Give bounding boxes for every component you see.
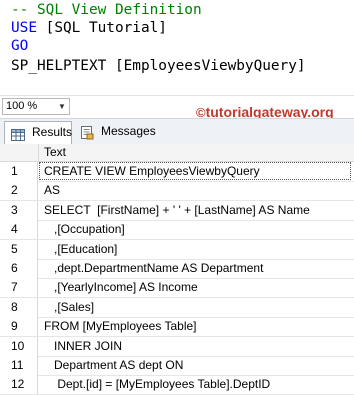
row-number[interactable]: 11: [0, 356, 38, 375]
row-number[interactable]: 4: [0, 220, 38, 240]
table-row[interactable]: 4 ,[Occupation]: [0, 220, 354, 241]
zoom-value: 100 %: [6, 100, 38, 112]
column-header-text[interactable]: Text: [44, 144, 66, 161]
row-text-cell[interactable]: CREATE VIEW EmployeesViewbyQuery: [44, 162, 260, 181]
row-number[interactable]: 9: [0, 317, 38, 337]
row-text-cell[interactable]: ,[Sales]: [44, 298, 94, 317]
row-text-cell[interactable]: INNER JOIN: [44, 337, 122, 356]
row-number[interactable]: 2: [0, 181, 38, 201]
row-text-cell[interactable]: ,dept.DepartmentName AS Department: [44, 259, 263, 278]
tab-results-label: Results: [32, 125, 73, 139]
code-line-4[interactable]: SP_HELPTEXT [EmployeesViewbyQuery]: [11, 58, 306, 75]
code-token: GO: [11, 38, 29, 54]
row-number[interactable]: 6: [0, 259, 38, 278]
row-number[interactable]: 7: [0, 278, 38, 298]
row-text-cell[interactable]: SELECT [FirstName] + ' ' + [LastName] AS…: [44, 201, 310, 220]
code-token: USE: [11, 20, 37, 36]
code-token: SP_HELPTEXT: [11, 58, 107, 74]
row-text-cell[interactable]: FROM [MyEmployees Table]: [44, 317, 197, 336]
messages-icon: [80, 126, 94, 140]
tab-messages[interactable]: Messages: [74, 121, 156, 142]
code-token: [SQL Tutorial]: [37, 20, 167, 36]
row-number[interactable]: 3: [0, 200, 38, 220]
row-text-cell[interactable]: ,[YearlyIncome] AS Income: [44, 278, 198, 297]
row-number[interactable]: 1: [0, 162, 38, 181]
row-text-cell[interactable]: AS: [44, 181, 60, 200]
chevron-down-icon[interactable]: ▼: [56, 99, 68, 114]
code-line-3[interactable]: GO: [11, 38, 28, 55]
row-text-cell[interactable]: Department AS dept ON: [44, 356, 183, 375]
table-row[interactable]: 1 CREATE VIEW EmployeesViewbyQuery: [0, 162, 354, 182]
code-line-2[interactable]: USE [SQL Tutorial]: [11, 20, 167, 37]
grid-header: Text: [0, 144, 354, 162]
table-row[interactable]: 6 ,dept.DepartmentName AS Department: [0, 259, 354, 279]
grid-icon: [11, 127, 25, 141]
grid-header-corner[interactable]: [0, 144, 39, 161]
zoom-dropdown[interactable]: 100 % ▼: [2, 98, 70, 115]
table-row[interactable]: 11 Department AS dept ON: [0, 356, 354, 376]
code-token: -- SQL View Definition: [11, 2, 202, 18]
table-row[interactable]: 10 INNER JOIN: [0, 336, 354, 357]
tab-messages-label: Messages: [101, 124, 156, 138]
query-editor[interactable]: -- SQL View Definition USE [SQL Tutorial…: [0, 0, 354, 96]
table-row[interactable]: 8 ,[Sales]: [0, 297, 354, 318]
row-text-cell[interactable]: ,[Education]: [44, 240, 117, 259]
row-number[interactable]: 5: [0, 239, 38, 259]
table-row[interactable]: 9 FROM [MyEmployees Table]: [0, 317, 354, 338]
code-token: [EmployeesViewbyQuery]: [106, 58, 306, 74]
results-tab-strip: Results Messages: [0, 118, 354, 145]
tab-results[interactable]: Results: [4, 121, 72, 145]
row-number[interactable]: 10: [0, 336, 38, 356]
table-row[interactable]: 5 ,[Education]: [0, 239, 354, 260]
code-line-1[interactable]: -- SQL View Definition: [11, 2, 202, 19]
table-row[interactable]: 3 SELECT [FirstName] + ' ' + [LastName] A…: [0, 200, 354, 221]
row-number[interactable]: 8: [0, 297, 38, 317]
table-row[interactable]: 7 ,[YearlyIncome] AS Income: [0, 278, 354, 299]
results-grid[interactable]: Text 1 CREATE VIEW EmployeesViewbyQuery 2 A…: [0, 144, 354, 395]
table-row[interactable]: 12 Dept.[id] = [MyEmployees Table].DeptI…: [0, 375, 354, 395]
table-row[interactable]: 2 AS: [0, 181, 354, 202]
row-text-cell[interactable]: ,[Occupation]: [44, 220, 125, 239]
